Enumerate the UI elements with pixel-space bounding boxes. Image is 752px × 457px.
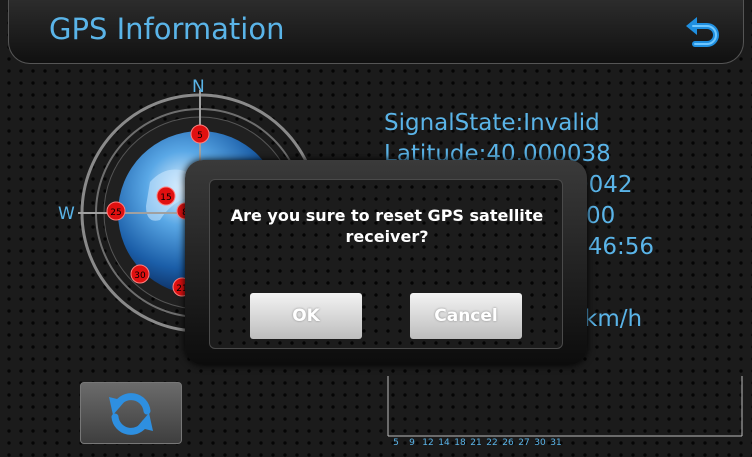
svg-text:25: 25 (110, 208, 121, 218)
cancel-button[interactable]: Cancel (410, 293, 522, 339)
channel-label: 9 (409, 438, 415, 446)
signal-state-text: SignalState:Invalid (384, 110, 600, 136)
satellite-marker: 30 (130, 264, 150, 284)
refresh-button[interactable] (80, 382, 182, 444)
satellite-marker: 25 (106, 201, 126, 221)
satellite-marker: 15 (156, 186, 176, 206)
channel-label: 22 (486, 438, 497, 446)
north-label: N (192, 77, 205, 97)
signal-strength-chart: 5 9 12 14 18 21 22 26 27 30 31 (387, 376, 743, 446)
west-label: W (58, 204, 75, 224)
dialog-body: Are you sure to reset GPS satellite rece… (209, 179, 563, 349)
satellite-marker: 5 (190, 124, 210, 144)
channel-label: 27 (518, 438, 529, 446)
back-arrow-icon (686, 17, 719, 47)
svg-text:30: 30 (134, 271, 146, 281)
refresh-icon (109, 393, 153, 435)
page-title: GPS Information (49, 12, 285, 46)
dialog-message-line-2: receiver? (345, 227, 429, 246)
svg-text:5: 5 (197, 131, 203, 141)
channel-label: 31 (550, 438, 561, 446)
channel-label: 5 (393, 438, 399, 446)
dialog-message-line-1: Are you sure to reset GPS satellite (230, 206, 544, 225)
ok-button[interactable]: OK (250, 293, 362, 339)
reset-gps-dialog: Are you sure to reset GPS satellite rece… (185, 160, 587, 365)
channel-label: 26 (502, 438, 514, 446)
speed-text: km/h (584, 306, 643, 332)
channel-label: 30 (534, 438, 546, 446)
svg-text:15: 15 (160, 193, 171, 203)
channel-label: 18 (454, 438, 466, 446)
dialog-message: Are you sure to reset GPS satellite rece… (210, 205, 564, 247)
channel-label: 14 (438, 438, 450, 446)
back-button[interactable] (683, 12, 723, 52)
channel-label: 21 (470, 438, 481, 446)
gps-screen: GPS Information N W 5 15 25 30 21 Signal… (0, 0, 752, 457)
channel-label: 12 (422, 438, 433, 446)
title-bar: GPS Information (8, 0, 744, 64)
